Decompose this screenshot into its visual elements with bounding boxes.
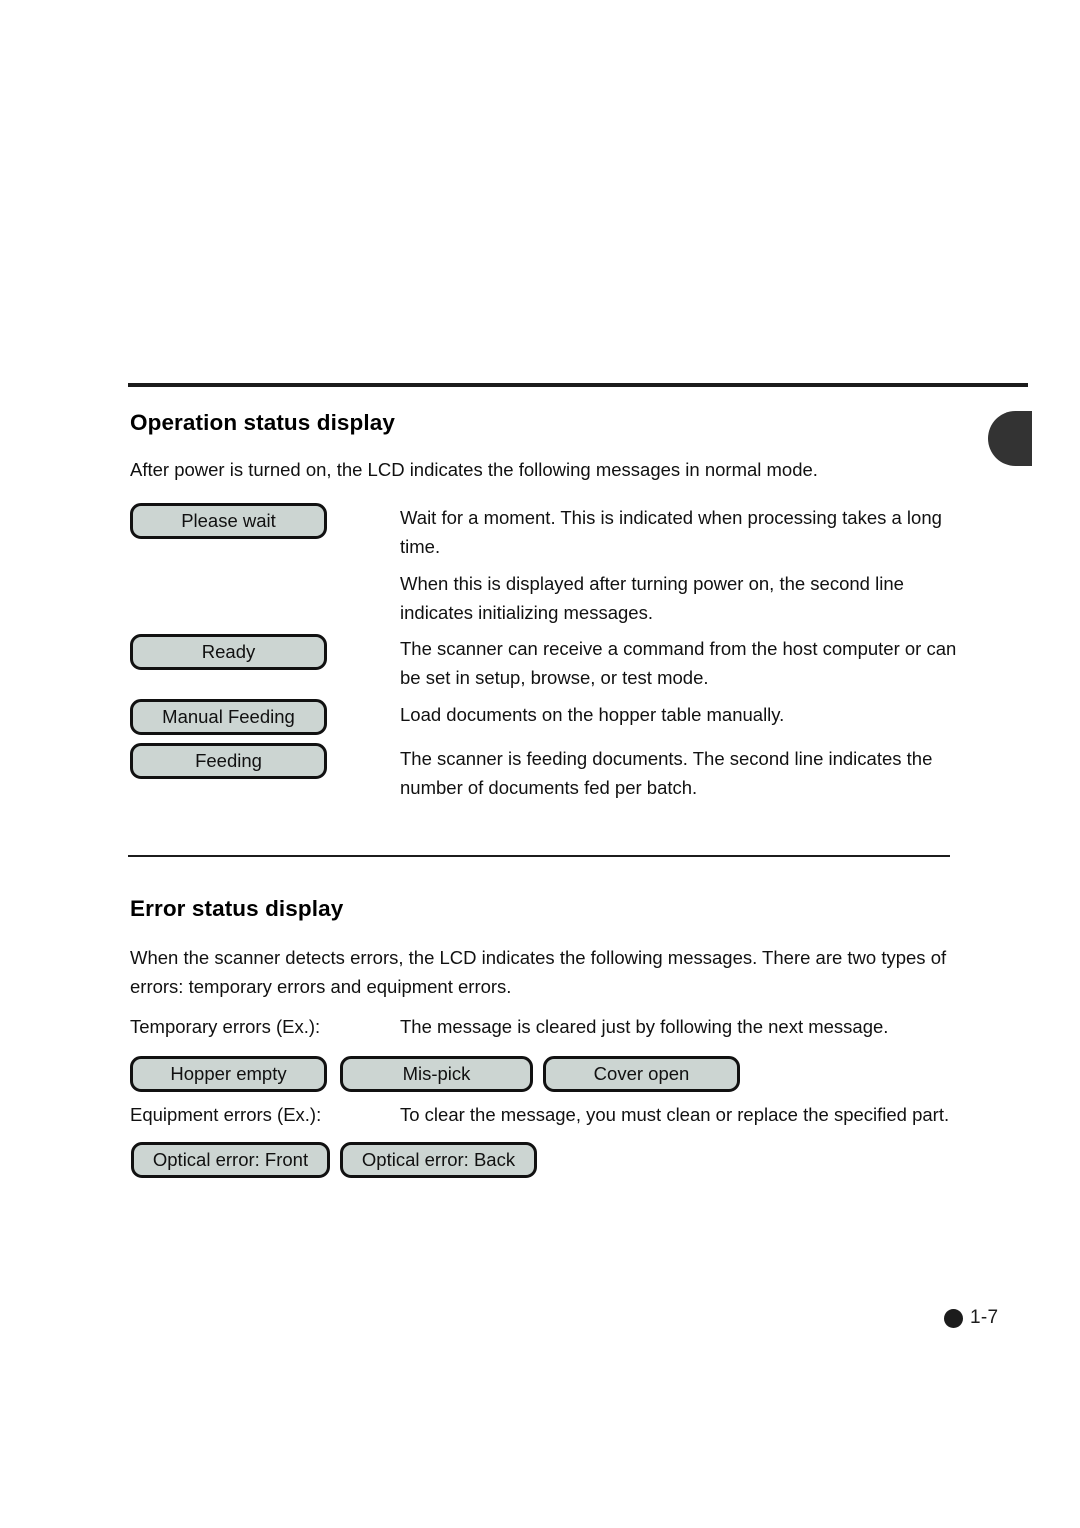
error-status-heading: Error status display [130, 896, 344, 921]
operation-status-intro: After power is turned on, the LCD indica… [130, 459, 818, 480]
document-page: Operation status display After power is … [0, 0, 1080, 1528]
page-number: 1-7 [944, 1307, 998, 1329]
lcd-message-box-ready: Ready [130, 634, 327, 670]
operation-status-heading: Operation status display [130, 410, 395, 435]
equipment-errors-label: Equipment errors (Ex.): [130, 1104, 322, 1125]
lcd-message-box-manual-feeding: Manual Feeding [130, 699, 327, 735]
lcd-message-box-feeding: Feeding [130, 743, 327, 779]
error-status-intro: When the scanner detects errors, the LCD… [130, 947, 947, 997]
lcd-message-box-cover-open: Cover open [543, 1056, 740, 1092]
description-please-wait-secondary: When this is displayed after turning pow… [400, 573, 904, 623]
filled-circle-bullet-icon [944, 1308, 963, 1328]
lcd-message-box-mis-pick: Mis-pick [340, 1056, 533, 1092]
description-manual-feeding: Load documents on the hopper table manua… [400, 704, 785, 725]
page-number-text: 1-7 [970, 1307, 999, 1328]
temporary-errors-description: The message is cleared just by following… [400, 1016, 889, 1037]
lcd-message-box-optical-error-front: Optical error: Front [131, 1142, 330, 1178]
section-divider-rule [128, 855, 950, 857]
description-please-wait-primary: Wait for a moment. This is indicated whe… [400, 507, 942, 557]
page-edge-tab-marker-icon [988, 411, 1032, 466]
section-top-rule [128, 383, 1028, 387]
equipment-errors-description: To clear the message, you must clean or … [400, 1104, 950, 1125]
lcd-message-box-optical-error-back: Optical error: Back [340, 1142, 537, 1178]
lcd-message-box-please-wait: Please wait [130, 503, 327, 539]
temporary-errors-label: Temporary errors (Ex.): [130, 1016, 321, 1037]
description-ready: The scanner can receive a command from t… [400, 638, 957, 688]
lcd-message-box-hopper-empty: Hopper empty [130, 1056, 327, 1092]
description-feeding: The scanner is feeding documents. The se… [400, 748, 933, 798]
